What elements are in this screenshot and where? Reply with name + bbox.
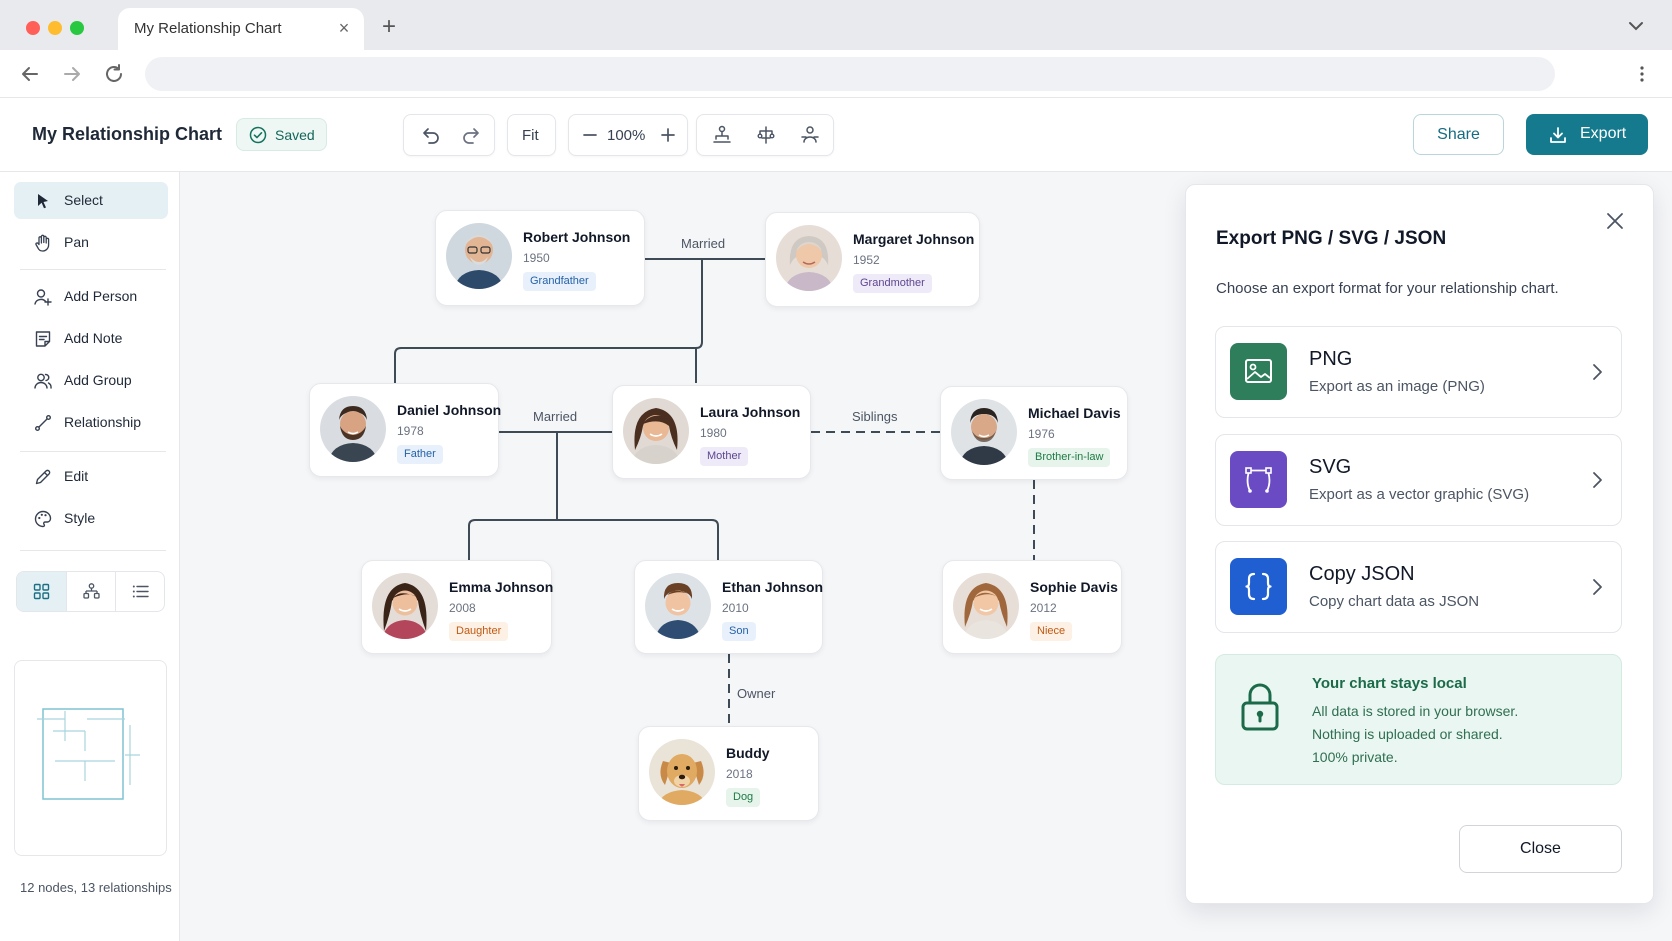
avatar	[953, 573, 1019, 639]
local-notice-line: All data is stored in your browser.	[1312, 703, 1519, 719]
person-year: 1952	[853, 253, 880, 267]
person-card-sophie-davis[interactable]: Sophie Davis 2012 Niece	[942, 560, 1122, 654]
export-option-desc: Export as an image (PNG)	[1309, 378, 1485, 395]
person-year: 1978	[397, 424, 424, 438]
close-icon[interactable]	[1604, 210, 1626, 232]
role-badge: Father	[397, 445, 443, 464]
person-card-laura-johnson[interactable]: Laura Johnson 1980 Mother	[612, 385, 811, 479]
export-option-title: PNG	[1309, 348, 1353, 370]
avatar	[372, 573, 438, 639]
export-option-title: Copy JSON	[1309, 563, 1415, 585]
avatar	[623, 398, 689, 464]
pet-year: 2018	[726, 767, 753, 781]
avatar	[649, 739, 715, 805]
person-name: Daniel Johnson	[397, 402, 502, 418]
export-option-svg[interactable]: SVG Export as a vector graphic (SVG)	[1215, 434, 1622, 526]
relationship-label-owner[interactable]: Owner	[737, 686, 775, 701]
avatar	[645, 573, 711, 639]
person-year: 2012	[1030, 601, 1057, 615]
man-portrait-icon	[951, 399, 1017, 465]
local-notice-line: 100% private.	[1312, 749, 1398, 765]
girl-portrait-icon	[372, 573, 438, 639]
chevron-right-icon	[1593, 472, 1602, 488]
export-option-desc: Copy chart data as JSON	[1309, 593, 1480, 610]
relationship-label-siblings[interactable]: Siblings	[852, 409, 898, 424]
person-card-daniel-johnson[interactable]: Daniel Johnson 1978 Father	[309, 383, 502, 477]
person-name: Margaret Johnson	[853, 231, 975, 247]
role-badge: Daughter	[449, 622, 509, 641]
export-option-desc: Export as a vector graphic (SVG)	[1309, 486, 1530, 503]
pet-name: Buddy	[726, 745, 770, 761]
person-name: Emma Johnson	[449, 579, 554, 595]
person-year: 1976	[1028, 427, 1055, 441]
relationship-label-married[interactable]: Married	[533, 409, 577, 424]
export-option-copy-json[interactable]: Copy JSON Copy chart data as JSON	[1215, 541, 1622, 633]
avatar	[951, 399, 1017, 465]
person-year: 2010	[722, 601, 749, 615]
role-badge: Niece	[1030, 622, 1073, 641]
dog-portrait-icon	[649, 739, 715, 805]
chevron-right-icon	[1593, 364, 1602, 380]
person-year: 1980	[700, 426, 727, 440]
elderly-woman-portrait-icon	[776, 225, 842, 291]
export-panel-description: Choose an export format for your relatio…	[1216, 280, 1559, 297]
role-badge: Son	[722, 622, 756, 641]
girl-portrait-icon	[953, 573, 1019, 639]
export-option-title: SVG	[1309, 456, 1352, 478]
person-name: Robert Johnson	[523, 229, 631, 245]
elderly-man-portrait-icon	[446, 223, 512, 289]
role-badge: Grandmother	[853, 274, 932, 293]
person-year: 2008	[449, 601, 476, 615]
chevron-right-icon	[1593, 579, 1602, 595]
vector-icon	[1230, 451, 1287, 508]
person-card-michael-davis[interactable]: Michael Davis 1976 Brother-in-law	[940, 386, 1128, 480]
person-card-robert-johnson[interactable]: Robert Johnson 1950 Grandfather	[435, 210, 645, 306]
boy-portrait-icon	[645, 573, 711, 639]
avatar	[776, 225, 842, 291]
role-badge: Brother-in-law	[1028, 448, 1111, 467]
person-name: Laura Johnson	[700, 404, 801, 420]
export-panel-title: Export PNG / SVG / JSON	[1216, 228, 1447, 249]
person-card-emma-johnson[interactable]: Emma Johnson 2008 Daughter	[361, 560, 554, 654]
role-badge: Mother	[700, 447, 749, 466]
woman-portrait-icon	[623, 398, 689, 464]
role-badge: Grandfather	[523, 272, 596, 291]
role-badge: Dog	[726, 788, 761, 807]
children-branch-line	[468, 519, 719, 560]
avatar	[446, 223, 512, 289]
person-year: 1950	[523, 251, 550, 265]
local-privacy-notice: Your chart stays local All data is store…	[1215, 654, 1622, 785]
pet-card-buddy[interactable]: Buddy 2018 Dog	[638, 726, 819, 821]
person-name: Ethan Johnson	[722, 579, 824, 595]
person-card-margaret-johnson[interactable]: Margaret Johnson 1952 Grandmother	[765, 212, 980, 307]
person-card-ethan-johnson[interactable]: Ethan Johnson 2010 Son	[634, 560, 823, 654]
local-notice-heading: Your chart stays local	[1312, 675, 1467, 692]
relationship-label-married[interactable]: Married	[681, 236, 725, 251]
export-option-png[interactable]: PNG Export as an image (PNG)	[1215, 326, 1622, 418]
image-icon	[1230, 343, 1287, 400]
braces-icon	[1230, 558, 1287, 615]
lock-icon	[1241, 683, 1279, 731]
local-notice-line: Nothing is uploaded or shared.	[1312, 726, 1503, 742]
man-portrait-icon	[320, 396, 386, 462]
person-name: Michael Davis	[1028, 405, 1121, 421]
close-button[interactable]: Close	[1459, 825, 1622, 873]
avatar	[320, 396, 386, 462]
person-name: Sophie Davis	[1030, 579, 1118, 595]
